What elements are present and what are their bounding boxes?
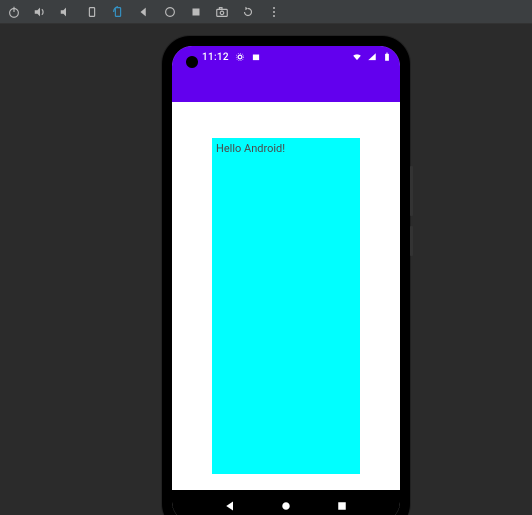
action-bar: [172, 68, 400, 102]
status-clock: 11:12: [202, 52, 229, 63]
power-icon[interactable]: [6, 4, 22, 20]
volume-up-icon[interactable]: [32, 4, 48, 20]
volume-down-icon[interactable]: [58, 4, 74, 20]
device-screen[interactable]: 11:12 Hello Android!: [172, 46, 400, 515]
navigation-bar: [172, 490, 400, 515]
device-power-button: [410, 226, 413, 256]
rotate-right-icon[interactable]: [110, 4, 126, 20]
back-icon[interactable]: [136, 4, 152, 20]
overview-icon[interactable]: [188, 4, 204, 20]
cyan-panel: Hello Android!: [212, 138, 360, 474]
nav-back[interactable]: [223, 499, 237, 513]
status-bar: 11:12: [172, 46, 400, 68]
screenshot-icon[interactable]: [214, 4, 230, 20]
app-content: Hello Android!: [172, 102, 400, 490]
rotate-left-icon[interactable]: [84, 4, 100, 20]
emulator-toolbar: [0, 0, 532, 24]
camera-cutout: [186, 56, 198, 68]
home-icon[interactable]: [162, 4, 178, 20]
gear-icon: [235, 52, 245, 62]
more-icon[interactable]: [266, 4, 282, 20]
box-icon: [251, 52, 261, 62]
hello-text: Hello Android!: [216, 142, 356, 155]
device-frame: 11:12 Hello Android!: [162, 36, 410, 515]
signal-icon: [367, 52, 377, 62]
wifi-icon: [352, 52, 362, 62]
nav-recent[interactable]: [335, 499, 349, 513]
nav-home[interactable]: [279, 499, 293, 513]
reload-icon[interactable]: [240, 4, 256, 20]
battery-icon: [382, 52, 392, 62]
device-volume-button: [410, 166, 413, 216]
emulator-stage: 11:12 Hello Android!: [0, 24, 532, 515]
